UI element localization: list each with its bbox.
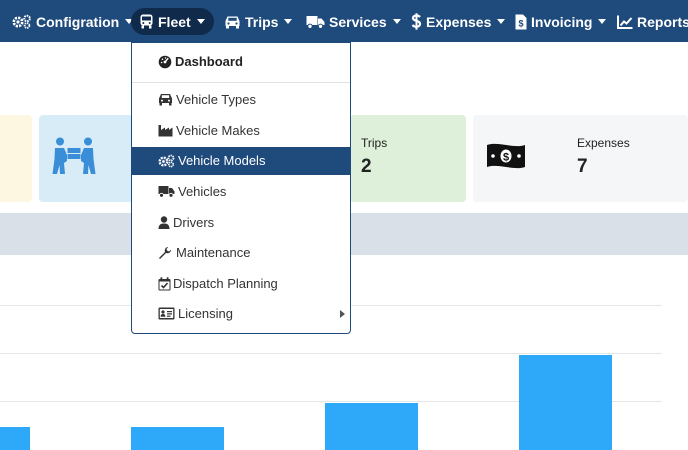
chevron-down-icon — [598, 19, 607, 24]
nav-configration-label: Configration — [36, 13, 120, 30]
stat-card-trips[interactable]: Trips 2 — [350, 115, 466, 202]
stat-card-yellow[interactable] — [0, 115, 32, 202]
menu-item-maintenance-label: Maintenance — [176, 245, 251, 260]
menu-item-vehicle-types-label: Vehicle Types — [176, 92, 256, 107]
chevron-right-icon — [340, 310, 345, 318]
car-icon — [224, 15, 245, 29]
chevron-down-icon — [196, 19, 205, 24]
nav-services[interactable]: Services — [306, 8, 401, 35]
menu-item-drivers[interactable]: Drivers — [132, 209, 350, 237]
fleet-dropdown-menu: Dashboard Vehicle Types Vehicle Makes Ve… — [131, 42, 351, 334]
chevron-down-icon — [497, 19, 506, 24]
line-chart-icon — [617, 15, 637, 29]
menu-item-dashboard-label: Dashboard — [175, 54, 243, 69]
chart-bar — [519, 355, 612, 450]
people-carry-icon — [52, 137, 96, 180]
menu-item-vehicle-types[interactable]: Vehicle Types — [132, 86, 350, 114]
truck-icon — [158, 185, 175, 199]
stat-card-trips-value: 2 — [361, 156, 372, 177]
stat-card-blue[interactable] — [39, 115, 139, 202]
wrench-icon — [158, 246, 173, 260]
menu-item-maintenance[interactable]: Maintenance — [132, 239, 350, 267]
nav-trips-label: Trips — [245, 13, 279, 30]
menu-item-vehicle-models[interactable]: Vehicle Models — [132, 147, 350, 175]
menu-item-dashboard[interactable]: Dashboard — [132, 48, 350, 76]
menu-item-vehicle-models-label: Vehicle Models — [178, 153, 266, 168]
svg-text:$: $ — [503, 152, 509, 164]
truck-icon — [306, 15, 329, 29]
money-icon: $ — [486, 141, 526, 176]
user-icon — [158, 216, 173, 230]
menu-item-vehicles[interactable]: Vehicles — [132, 178, 350, 206]
invoice-icon: $ — [515, 14, 531, 30]
nav-services-label: Services — [329, 13, 387, 30]
nav-trips[interactable]: Trips — [224, 8, 293, 35]
nav-invoicing-label: Invoicing — [531, 13, 593, 30]
chart-bar — [131, 427, 224, 450]
stat-card-expenses-value: 7 — [577, 156, 588, 177]
gears-icon — [12, 14, 36, 29]
gears-icon — [158, 154, 175, 168]
top-navbar: Configration Fleet Trips Services Expens… — [0, 0, 688, 42]
menu-item-vehicle-makes[interactable]: Vehicle Makes — [132, 117, 350, 145]
stat-card-trips-label: Trips — [361, 136, 388, 150]
nav-invoicing[interactable]: $ Invoicing — [515, 8, 607, 35]
menu-item-dispatch-planning-label: Dispatch Planning — [173, 276, 278, 291]
chevron-down-icon — [284, 19, 293, 24]
chevron-down-icon — [392, 19, 401, 24]
stat-card-expenses[interactable]: $ Expenses 7 — [473, 115, 688, 202]
menu-item-licensing-label: Licensing — [178, 306, 233, 321]
tachometer-icon — [158, 55, 173, 69]
nav-fleet-label: Fleet — [158, 13, 191, 30]
nav-reports-label: Reports — [637, 13, 688, 30]
menu-item-vehicle-makes-label: Vehicle Makes — [176, 123, 260, 138]
menu-item-drivers-label: Drivers — [173, 215, 215, 230]
nav-expenses[interactable]: Expenses — [411, 8, 506, 35]
menu-item-vehicles-label: Vehicles — [178, 184, 227, 199]
chart-bar — [0, 427, 30, 450]
nav-expenses-label: Expenses — [426, 13, 492, 30]
chart-gridline — [0, 353, 662, 354]
industry-icon — [158, 124, 173, 138]
nav-configration[interactable]: Configration — [12, 8, 134, 35]
dollar-icon — [411, 13, 426, 30]
menu-divider — [132, 82, 350, 83]
id-card-icon — [158, 307, 175, 321]
nav-fleet[interactable]: Fleet — [131, 8, 214, 35]
calendar-check-icon — [158, 277, 173, 291]
menu-item-dispatch-planning[interactable]: Dispatch Planning — [132, 270, 350, 298]
stat-card-expenses-label: Expenses — [577, 136, 630, 150]
menu-item-licensing[interactable]: Licensing — [132, 300, 350, 328]
car-icon — [158, 93, 173, 107]
bus-icon — [139, 14, 158, 29]
chart-bar — [325, 403, 418, 450]
nav-reports[interactable]: Reports — [617, 8, 688, 35]
svg-text:$: $ — [518, 18, 523, 28]
